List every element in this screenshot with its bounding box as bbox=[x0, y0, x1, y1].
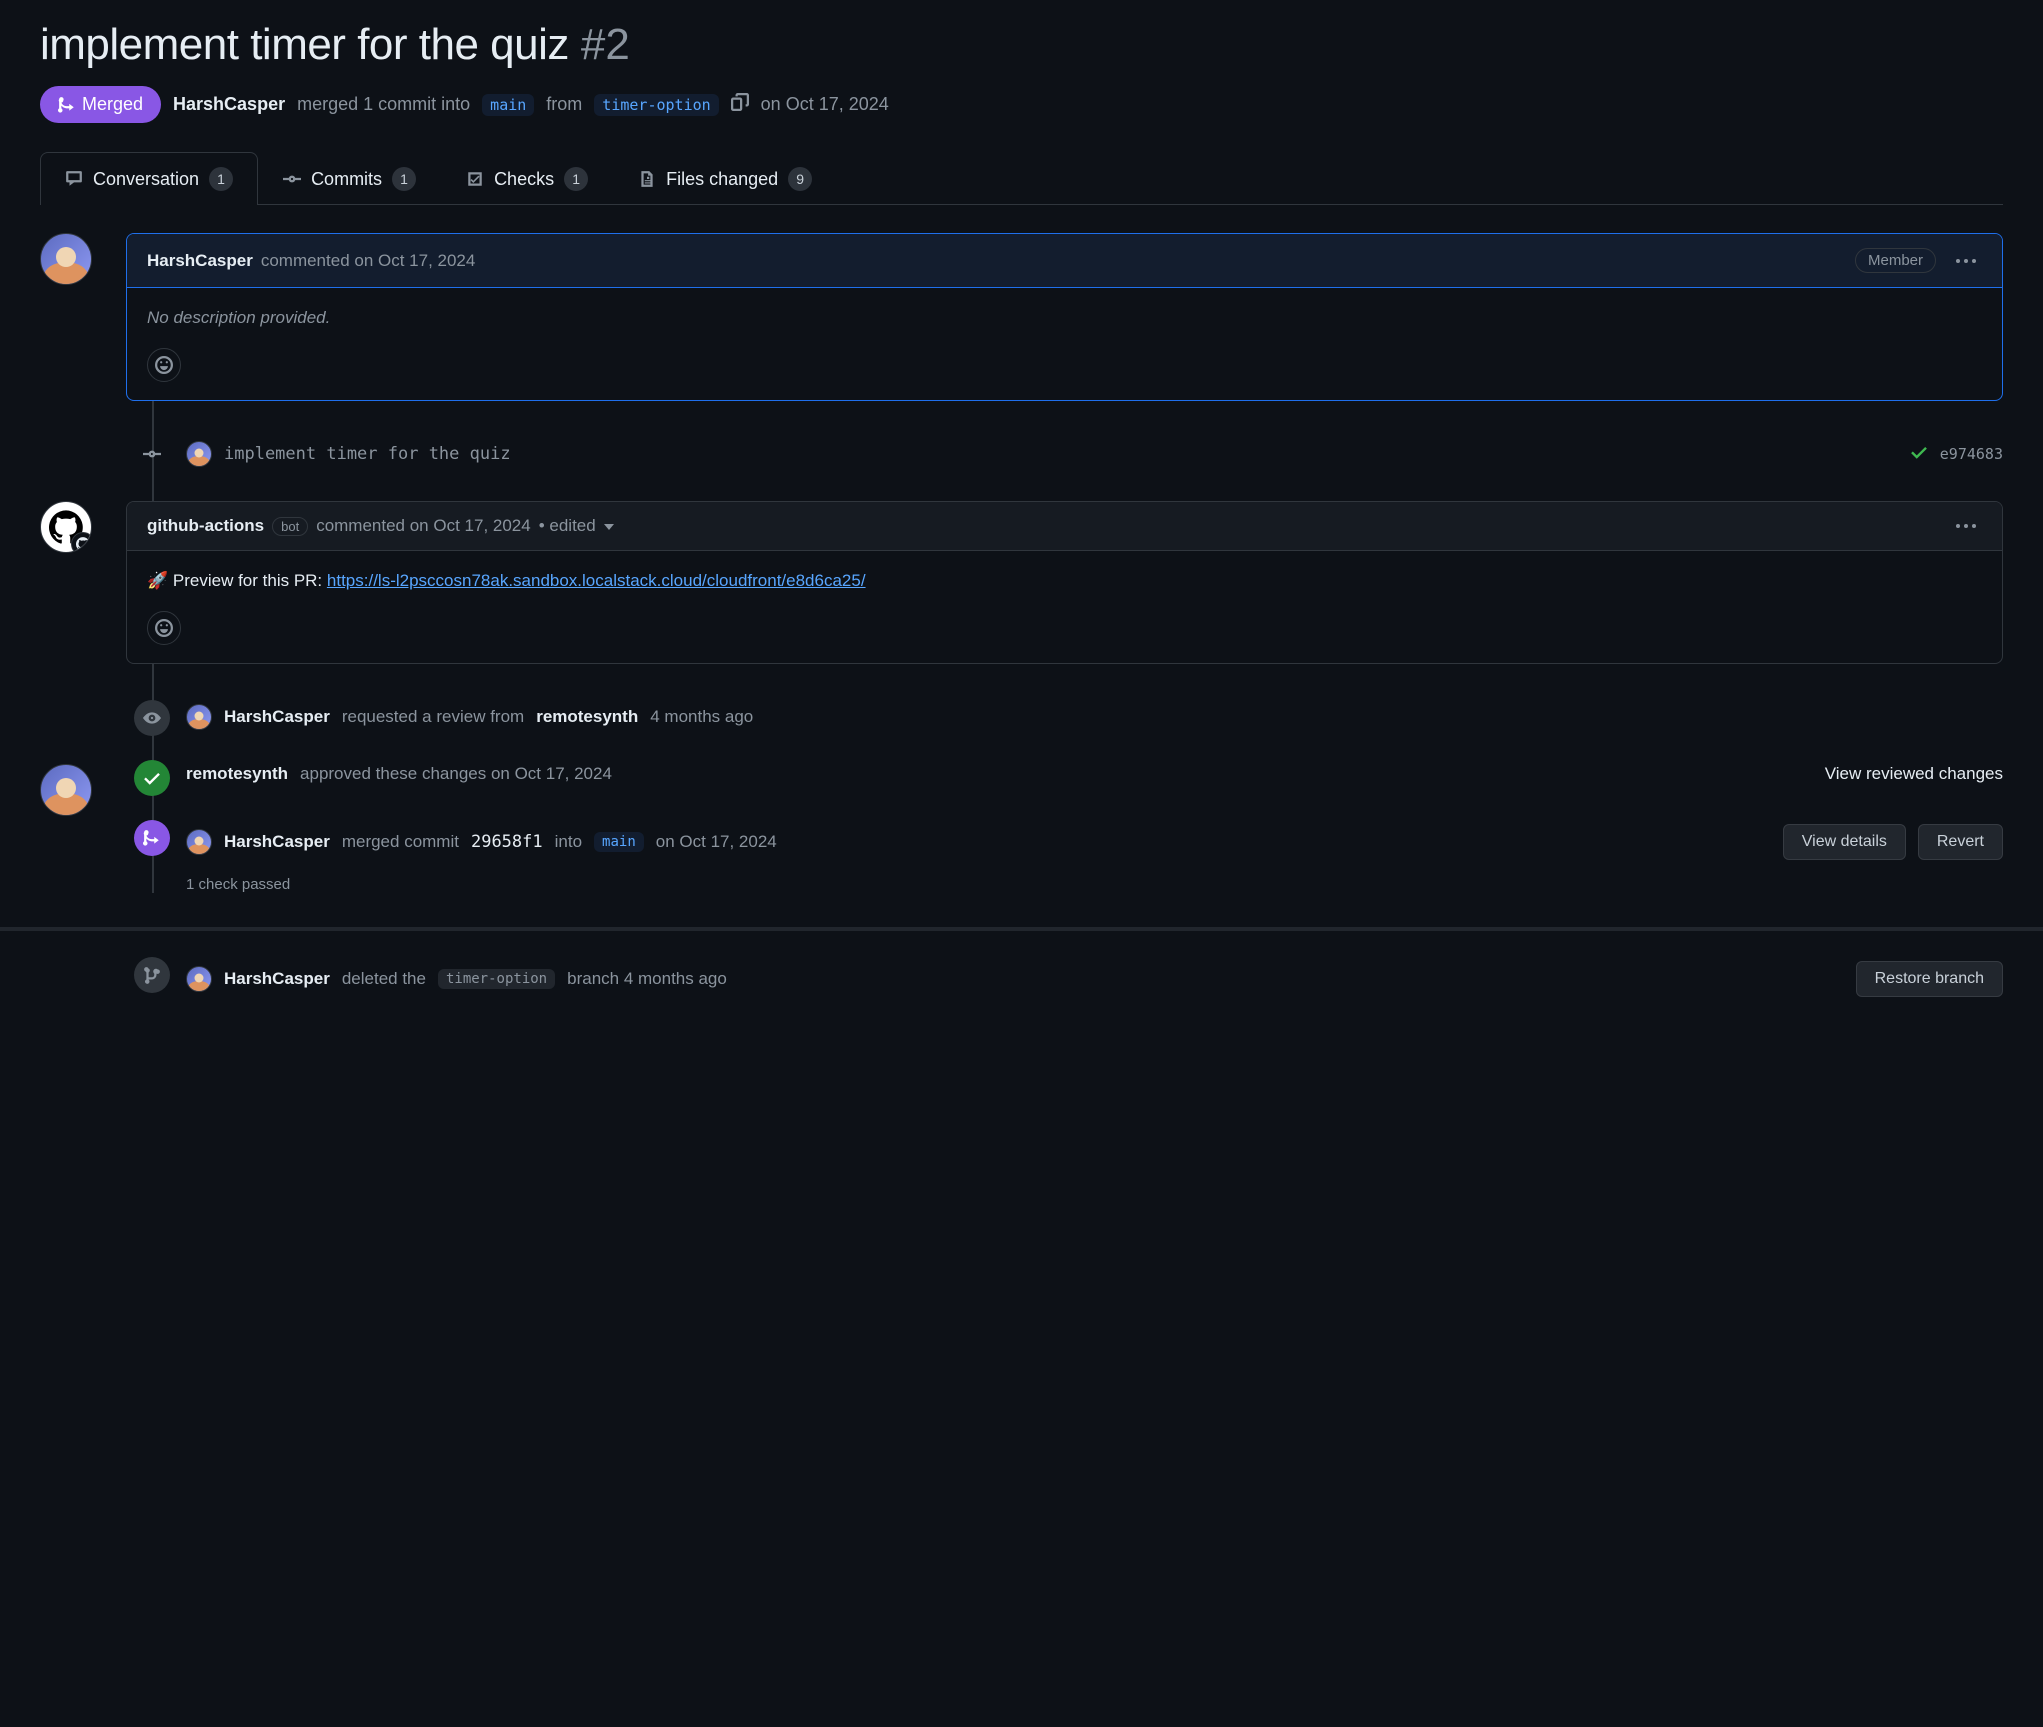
checks-passed-note: 1 check passed bbox=[186, 876, 2003, 893]
tab-conversation[interactable]: Conversation 1 bbox=[40, 152, 258, 205]
merge-icon bbox=[58, 96, 76, 114]
base-branch-tag[interactable]: main bbox=[482, 94, 534, 116]
tab-files-count: 9 bbox=[788, 167, 812, 191]
event-when: on Oct 17, 2024 bbox=[656, 832, 777, 852]
commit-sha[interactable]: e974683 bbox=[1940, 445, 2003, 463]
timeline-commit: implement timer for the quiz e974683 bbox=[126, 441, 2003, 467]
section-divider bbox=[0, 927, 2043, 931]
event-reviewer[interactable]: remotesynth bbox=[536, 707, 638, 727]
event-actor[interactable]: HarshCasper bbox=[224, 969, 330, 989]
comment-body-prefix: 🚀 Preview for this PR: bbox=[147, 571, 327, 590]
comment-meta: commented on Oct 17, 2024 bbox=[261, 251, 476, 271]
chevron-down-icon bbox=[604, 524, 614, 530]
git-branch-icon bbox=[134, 957, 170, 993]
timeline-merge: HarshCasper merged commit 29658f1 into m… bbox=[126, 824, 2003, 893]
restore-branch-button[interactable]: Restore branch bbox=[1856, 961, 2003, 997]
avatar[interactable] bbox=[40, 764, 92, 816]
event-text-2: branch 4 months ago bbox=[567, 969, 727, 989]
event-text: approved these changes on Oct 17, 2024 bbox=[300, 764, 612, 784]
merge-date: on Oct 17, 2024 bbox=[761, 94, 889, 115]
bot-sub-badge-icon bbox=[71, 532, 92, 553]
avatar[interactable] bbox=[40, 501, 92, 553]
preview-link[interactable]: https://ls-l2psccosn78ak.sandbox.localst… bbox=[327, 571, 866, 590]
avatar[interactable] bbox=[186, 441, 212, 467]
comment-author[interactable]: HarshCasper bbox=[147, 251, 253, 271]
merged-badge-label: Merged bbox=[82, 94, 143, 115]
tab-checks[interactable]: Checks 1 bbox=[441, 152, 613, 205]
merge-icon bbox=[134, 820, 170, 856]
from-word: from bbox=[546, 94, 582, 115]
merge-sha[interactable]: 29658f1 bbox=[471, 832, 543, 852]
head-branch-tag[interactable]: timer-option bbox=[594, 94, 718, 116]
check-icon bbox=[134, 760, 170, 796]
tab-conversation-count: 1 bbox=[209, 167, 233, 191]
pr-title: implement timer for the quiz bbox=[40, 20, 569, 70]
tab-commits[interactable]: Commits 1 bbox=[258, 152, 441, 205]
event-text: deleted the bbox=[342, 969, 426, 989]
event-into: into bbox=[555, 832, 582, 852]
avatar[interactable] bbox=[40, 233, 92, 285]
tab-files-label: Files changed bbox=[666, 169, 778, 190]
event-actor[interactable]: HarshCasper bbox=[224, 707, 330, 727]
comment-body-text: No description provided. bbox=[147, 308, 330, 327]
timeline-review-request: HarshCasper requested a review from remo… bbox=[126, 704, 2003, 730]
deleted-branch-tag: timer-option bbox=[438, 969, 555, 989]
pr-number: #2 bbox=[581, 20, 630, 70]
add-reaction-button[interactable] bbox=[147, 611, 181, 645]
merged-badge: Merged bbox=[40, 86, 161, 123]
event-actor[interactable]: remotesynth bbox=[186, 764, 288, 784]
merge-target-branch[interactable]: main bbox=[594, 832, 644, 852]
avatar[interactable] bbox=[186, 966, 212, 992]
add-reaction-button[interactable] bbox=[147, 348, 181, 382]
tab-commits-count: 1 bbox=[392, 167, 416, 191]
copy-icon[interactable] bbox=[731, 93, 749, 116]
view-reviewed-changes-link[interactable]: View reviewed changes bbox=[1825, 764, 2003, 784]
view-details-button[interactable]: View details bbox=[1783, 824, 1906, 860]
smiley-icon bbox=[155, 356, 173, 374]
comment-box: github-actions bot commented on Oct 17, … bbox=[126, 501, 2003, 664]
event-when: 4 months ago bbox=[650, 707, 753, 727]
timeline-approval: remotesynth approved these changes on Oc… bbox=[126, 764, 2003, 784]
comment-box: HarshCasper commented on Oct 17, 2024 Me… bbox=[126, 233, 2003, 401]
check-success-icon[interactable] bbox=[1910, 443, 1928, 466]
tab-files[interactable]: Files changed 9 bbox=[613, 152, 837, 205]
event-actor[interactable]: HarshCasper bbox=[224, 832, 330, 852]
tab-checks-count: 1 bbox=[564, 167, 588, 191]
tab-checks-label: Checks bbox=[494, 169, 554, 190]
merge-author[interactable]: HarshCasper bbox=[173, 94, 285, 115]
comment-menu-button[interactable] bbox=[1950, 253, 1982, 269]
tab-commits-label: Commits bbox=[311, 169, 382, 190]
eye-icon bbox=[134, 700, 170, 736]
bot-badge: bot bbox=[272, 517, 308, 536]
avatar[interactable] bbox=[186, 704, 212, 730]
comment-menu-button[interactable] bbox=[1950, 518, 1982, 534]
pr-tabs: Conversation 1 Commits 1 Checks 1 Files … bbox=[40, 151, 2003, 205]
merge-action-text: merged 1 commit into bbox=[297, 94, 470, 115]
edited-indicator[interactable]: • edited bbox=[539, 516, 615, 536]
revert-button[interactable]: Revert bbox=[1918, 824, 2003, 860]
smiley-icon bbox=[155, 619, 173, 637]
commit-dot-icon bbox=[143, 445, 161, 468]
comment-author[interactable]: github-actions bbox=[147, 516, 264, 536]
timeline-branch-delete: HarshCasper deleted the timer-option bra… bbox=[126, 961, 2003, 997]
avatar[interactable] bbox=[186, 829, 212, 855]
tab-conversation-label: Conversation bbox=[93, 169, 199, 190]
event-text: requested a review from bbox=[342, 707, 524, 727]
comment-meta: commented on Oct 17, 2024 bbox=[316, 516, 531, 536]
event-text: merged commit bbox=[342, 832, 459, 852]
role-badge: Member bbox=[1855, 248, 1936, 273]
commit-title[interactable]: implement timer for the quiz bbox=[224, 444, 511, 464]
